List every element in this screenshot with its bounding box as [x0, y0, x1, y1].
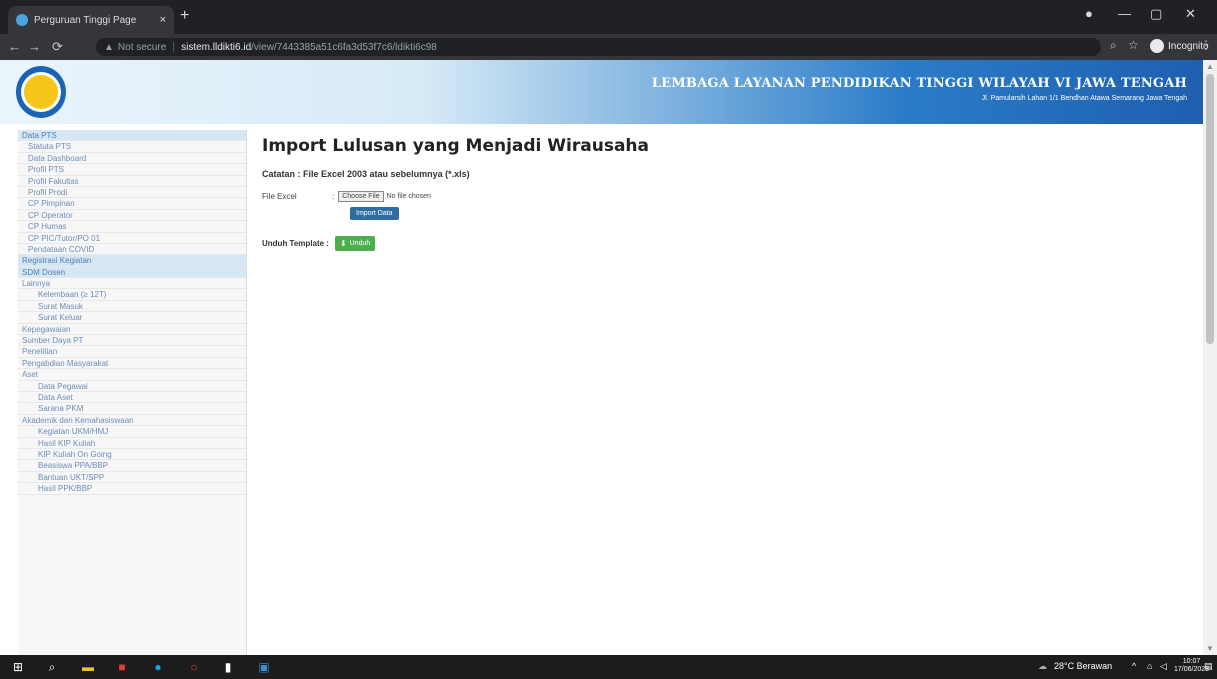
- sidebar-item[interactable]: Penelitian: [18, 346, 246, 358]
- page-title: Import Lulusan yang Menjadi Wirausaha: [262, 136, 649, 156]
- volume-icon[interactable]: ◁: [1160, 661, 1167, 672]
- windows-taskbar: ⊞ ⌕ ▬ ■ ● ○ ▮ ▣ ☁ 28°C Berawan ^ ⌂ ◁ 10:…: [0, 655, 1217, 679]
- download-template-row: Unduh Template : ⬇ Unduh: [262, 236, 1162, 251]
- url-separator: |: [172, 41, 176, 53]
- security-label: Not secure: [117, 41, 167, 53]
- sidebar-item[interactable]: CP Operator: [18, 210, 246, 222]
- minimize-button[interactable]: —: [1118, 6, 1131, 21]
- chrome-app-icon[interactable]: ▣: [256, 659, 272, 675]
- clock-time: 10:07: [1182, 658, 1201, 665]
- sidebar-item[interactable]: Aset: [18, 369, 246, 381]
- close-window-button[interactable]: ✕: [1185, 6, 1196, 22]
- file-colon: :: [332, 192, 335, 201]
- sidebar-item[interactable]: Profil Fakultas: [18, 176, 246, 187]
- document-app-icon[interactable]: ▮: [220, 659, 236, 675]
- file-format-note: Catatan : File Excel 2003 atau sebelumny…: [262, 169, 470, 179]
- sidebar-item[interactable]: Akademik dan Kemahasiswaan: [18, 415, 246, 427]
- sidebar-item[interactable]: KIP Kuliah On Going: [18, 449, 246, 461]
- file-explorer-icon[interactable]: ▬: [80, 659, 96, 675]
- sidebar-item[interactable]: Sumber Daya PT: [18, 335, 246, 347]
- incognito-indicator-icon: ●: [1085, 6, 1093, 21]
- sidebar-item[interactable]: Hasil PPK/BBP: [18, 483, 246, 495]
- page-viewport: LEMBAGA LAYANAN PENDIDIKAN TINGGI WILAYA…: [0, 60, 1203, 655]
- choose-file-button[interactable]: Choose File: [338, 191, 384, 202]
- download-icon: ⬇: [339, 239, 347, 248]
- incognito-icon: [1150, 39, 1164, 53]
- address-bar: ← → ⟳ ▲ Not secure | sistem.lldikti6.id …: [0, 34, 1217, 60]
- sidebar-item[interactable]: CP Pimpinan: [18, 198, 246, 210]
- sidebar-item[interactable]: SDM Dosen: [18, 266, 246, 279]
- edge-browser-icon[interactable]: ●: [150, 659, 166, 675]
- tab-title: Perguruan Tinggi Page: [34, 14, 137, 26]
- sidebar-item[interactable]: Data Pegawai: [18, 381, 246, 392]
- tray-chevron-icon[interactable]: ^: [1132, 661, 1136, 671]
- scroll-up-icon[interactable]: ▲: [1206, 62, 1214, 71]
- sidebar-item[interactable]: Surat Masuk: [18, 301, 246, 313]
- sidebar-item[interactable]: Statuta PTS: [18, 141, 246, 153]
- menu-kebab-icon[interactable]: ⋮: [1200, 38, 1212, 52]
- warning-icon: ▲: [104, 41, 114, 53]
- import-data-button[interactable]: Import Data: [350, 207, 399, 220]
- sidebar-item[interactable]: Kelembaan (≥ 12T): [18, 289, 246, 301]
- sidebar-item[interactable]: Lainnya: [18, 278, 246, 290]
- sidebar-item[interactable]: Surat Keluar: [18, 312, 246, 324]
- reload-icon[interactable]: ⟳: [52, 39, 63, 55]
- url-host: sistem.lldikti6.id: [181, 41, 252, 53]
- sidebar-menu: Data PTS Statuta PTS Data Dashboard Profil …: [18, 130, 247, 655]
- site-address: Jl. Pamularsih Lahan 1/1 Bendhan Atawa S…: [981, 95, 1187, 102]
- sidebar-item[interactable]: CP PIC/Tutor/PO 01: [18, 233, 246, 244]
- download-button-label: Unduh: [349, 240, 371, 247]
- browser-tab-bar: Perguruan Tinggi Page × + ● — ▢ ✕: [0, 0, 1217, 34]
- url-path: /view/7443385a51c6fa3d53f7c6/ldikti6c98: [251, 41, 437, 53]
- maximize-button[interactable]: ▢: [1150, 6, 1162, 22]
- url-field[interactable]: ▲ Not secure | sistem.lldikti6.id /view/…: [96, 38, 1101, 56]
- sidebar-item[interactable]: Data PTS: [18, 130, 246, 142]
- tab-close-icon[interactable]: ×: [160, 14, 166, 26]
- app-red-icon[interactable]: ■: [114, 659, 130, 675]
- file-upload-row: File Excel : Choose File No file chosen: [262, 191, 1162, 202]
- sidebar-item[interactable]: Profil Prodi: [18, 187, 246, 199]
- sidebar-item[interactable]: Kepegawaian: [18, 324, 246, 336]
- forward-arrow-icon[interactable]: →: [28, 39, 41, 55]
- page-scrollbar[interactable]: ▲ ▼: [1203, 60, 1217, 655]
- site-title: LEMBAGA LAYANAN PENDIDIKAN TINGGI WILAYA…: [651, 76, 1187, 91]
- network-icon[interactable]: ⌂: [1147, 661, 1152, 671]
- download-template-label: Unduh Template :: [262, 239, 329, 248]
- site-header: LEMBAGA LAYANAN PENDIDIKAN TINGGI WILAYA…: [0, 60, 1203, 124]
- sidebar-item[interactable]: Profil PTS: [18, 164, 246, 176]
- scrollbar-thumb[interactable]: [1206, 74, 1214, 344]
- sidebar-item[interactable]: Registrasi Kegiatan: [18, 255, 246, 267]
- scroll-down-icon[interactable]: ▼: [1206, 644, 1214, 653]
- weather-icon: ☁: [1038, 661, 1047, 671]
- new-tab-button[interactable]: +: [180, 8, 189, 24]
- weather-text[interactable]: 28°C Berawan: [1054, 661, 1112, 671]
- bookmark-star-icon[interactable]: ☆: [1128, 38, 1139, 52]
- windows-start-icon[interactable]: ⊞: [10, 659, 26, 675]
- tut-wuri-logo-icon: [16, 66, 66, 118]
- main-content: Import Lulusan yang Menjadi Wirausaha Ca…: [262, 136, 1162, 251]
- sidebar-item[interactable]: CP Humas: [18, 221, 246, 233]
- favicon-icon: [16, 14, 28, 26]
- back-arrow-icon[interactable]: ←: [8, 39, 21, 55]
- no-file-chosen-text: No file chosen: [386, 193, 431, 200]
- sidebar-item[interactable]: Bantuan UKT/SPP: [18, 472, 246, 484]
- search-icon[interactable]: ⌕: [44, 659, 60, 675]
- sidebar-item[interactable]: Pengabdian Masyarakat: [18, 358, 246, 370]
- opera-browser-icon[interactable]: ○: [186, 659, 202, 675]
- sidebar-item[interactable]: Pendataan COVID: [18, 244, 246, 256]
- zoom-icon[interactable]: ⌕: [1110, 38, 1117, 53]
- file-excel-label: File Excel: [262, 192, 297, 201]
- sidebar-item[interactable]: Data Dashboard: [18, 153, 246, 165]
- browser-tab[interactable]: Perguruan Tinggi Page ×: [8, 6, 174, 34]
- notification-icon[interactable]: ▤: [1204, 661, 1213, 672]
- sidebar-item[interactable]: Hasil KIP Kuliah: [18, 438, 246, 449]
- sidebar-item[interactable]: Data Aset: [18, 392, 246, 404]
- download-button[interactable]: ⬇ Unduh: [334, 236, 376, 251]
- sidebar-item[interactable]: Beasiswa PPA/BBP: [18, 460, 246, 472]
- sidebar-item[interactable]: Sarana PKM: [18, 403, 246, 415]
- sidebar-item[interactable]: Kegiatan UKM/HMJ: [18, 426, 246, 438]
